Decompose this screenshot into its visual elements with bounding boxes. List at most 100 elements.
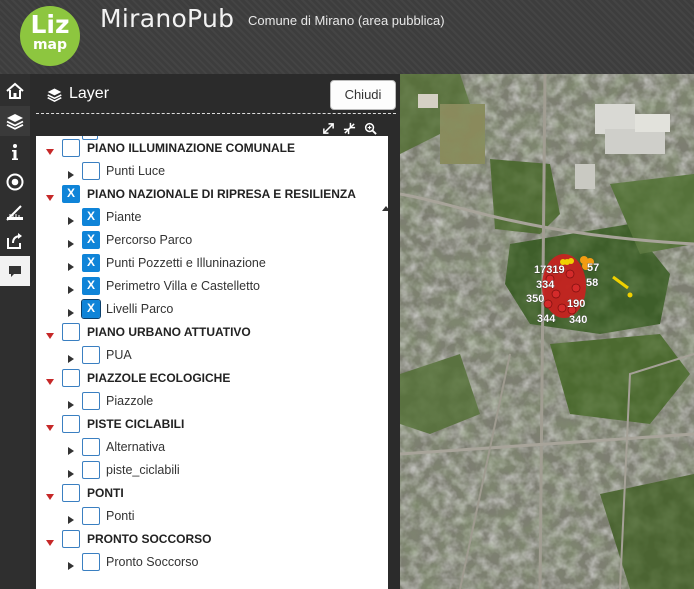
layer-label: Perimetro Villa e Castelletto: [106, 279, 261, 293]
layer-label: Alternativa: [106, 440, 166, 454]
caret-right-icon[interactable]: [67, 465, 75, 483]
layer-group-label: PIANO NAZIONALE DI RIPRESA E RESILIENZA: [87, 187, 356, 201]
close-button[interactable]: Chiudi: [330, 80, 396, 110]
layer-group-piano-urbano-attuativo[interactable]: PIANO URBANO ATTUATIVO: [36, 322, 388, 344]
home-button[interactable]: [0, 76, 30, 106]
layer-checkbox[interactable]: [82, 438, 100, 456]
locate-icon: [6, 173, 24, 191]
app-subtitle: Comune di Mirano (area pubblica): [248, 13, 445, 28]
layer-item-pronto-soccorso[interactable]: Pronto Soccorso: [36, 552, 388, 574]
layer-panel-title: Layer: [46, 85, 109, 103]
layer-checkbox[interactable]: [82, 346, 100, 364]
layer-checkbox[interactable]: [82, 162, 100, 180]
caret-right-icon[interactable]: [67, 166, 75, 184]
layer-item-piazzole[interactable]: Piazzole: [36, 391, 388, 413]
caret-down-icon[interactable]: [46, 189, 54, 207]
layer-label: Piazzole: [106, 394, 154, 408]
map-label: 190: [567, 298, 585, 310]
layer-group-piano-illuminazione-comunale[interactable]: PIANO ILLUMINAZIONE COMUNALE: [36, 138, 388, 160]
caret-down-icon[interactable]: [46, 488, 54, 506]
layer-item-pua[interactable]: PUA: [36, 345, 388, 367]
layer-item-piante[interactable]: X Piante: [36, 207, 388, 229]
caret-down-icon[interactable]: [46, 373, 54, 391]
lizmap-logo[interactable]: Liz map: [20, 6, 80, 66]
layer-checkbox[interactable]: [62, 139, 80, 157]
share-button[interactable]: [0, 226, 30, 256]
message-button[interactable]: [0, 256, 30, 286]
collapse-all-icon[interactable]: [343, 122, 356, 135]
caret-right-icon[interactable]: [67, 258, 75, 276]
layer-group-piste-ciclabili[interactable]: PISTE CICLABILI: [36, 414, 388, 436]
caret-down-icon[interactable]: [46, 143, 54, 161]
layer-item-punti-luce[interactable]: Punti Luce: [36, 161, 388, 183]
caret-down-icon[interactable]: [46, 327, 54, 345]
layer-checkbox[interactable]: [62, 484, 80, 502]
map-label: 334: [536, 279, 555, 291]
layer-panel-title-text: Layer: [69, 85, 110, 102]
caret-right-icon[interactable]: [67, 304, 75, 322]
layer-group-label: PIAZZOLE ECOLOGICHE: [87, 371, 231, 385]
caret-right-icon[interactable]: [67, 281, 75, 299]
layer-label: Punti Luce: [106, 164, 166, 178]
logo-text-map: map: [32, 37, 68, 53]
caret-right-icon[interactable]: [67, 235, 75, 253]
layer-checkbox[interactable]: X: [81, 299, 101, 319]
caret-right-icon[interactable]: [67, 557, 75, 575]
layer-group-label: PRONTO SOCCORSO: [87, 532, 212, 546]
layer-checkbox[interactable]: X: [82, 277, 100, 295]
map-view[interactable]: 17319 57 334 58 350 190 344 340: [400, 74, 694, 589]
layer-group-label: PIANO URBANO ATTUATIVO: [87, 325, 251, 339]
layer-group-ponti[interactable]: PONTI: [36, 483, 388, 505]
caret-down-icon[interactable]: [46, 419, 54, 437]
layer-checkbox[interactable]: [62, 415, 80, 433]
layers-icon: [6, 114, 24, 130]
layer-checkbox[interactable]: [82, 553, 100, 571]
layer-checkbox[interactable]: [82, 392, 100, 410]
layer-item-alternativa[interactable]: Alternativa: [36, 437, 388, 459]
map-label: 58: [586, 277, 598, 289]
caret-down-icon[interactable]: [46, 534, 54, 552]
expand-all-icon[interactable]: [322, 122, 335, 135]
layer-checkbox[interactable]: X: [82, 254, 100, 272]
zoom-to-layer-icon[interactable]: [364, 122, 377, 135]
layer-group-piano-nazionale-di-ripresa-e-resilienza[interactable]: X PIANO NAZIONALE DI RIPRESA E RESILIENZA: [36, 184, 388, 206]
info-icon: [12, 144, 18, 160]
layer-label: piste_ciclabili: [106, 463, 180, 477]
layer-checkbox[interactable]: X: [82, 208, 100, 226]
layer-group-pronto-soccorso[interactable]: PRONTO SOCCORSO: [36, 529, 388, 551]
layer-item-piste-ciclabili[interactable]: piste_ciclabili: [36, 460, 388, 482]
info-button[interactable]: [0, 137, 30, 167]
layer-item-ponti[interactable]: Ponti: [36, 506, 388, 528]
caret-right-icon[interactable]: [67, 396, 75, 414]
header-bar: Liz map MiranoPub Comune di Mirano (area…: [0, 0, 694, 74]
layer-item-perimetro-villa-e-castelletto[interactable]: X Perimetro Villa e Castelletto: [36, 276, 388, 298]
layers-button[interactable]: [0, 106, 30, 136]
layer-checkbox[interactable]: [62, 323, 80, 341]
caret-right-icon[interactable]: [67, 212, 75, 230]
measure-button[interactable]: [0, 197, 30, 227]
layer-checkbox[interactable]: [82, 461, 100, 479]
caret-right-icon[interactable]: [67, 350, 75, 368]
map-label: 57: [587, 262, 599, 274]
layer-item-percorso-parco[interactable]: X Percorso Parco: [36, 230, 388, 252]
map-label: 350: [526, 293, 544, 305]
layer-group-label: PIANO ILLUMINAZIONE COMUNALE: [87, 141, 295, 155]
panel-divider: [36, 113, 396, 114]
layers-title-icon: [47, 88, 62, 102]
layer-checkbox[interactable]: [62, 530, 80, 548]
layer-label: Piante: [106, 210, 142, 224]
layer-item-punti-pozzetti-e-illuninazione[interactable]: X Punti Pozzetti e Illuninazione: [36, 253, 388, 275]
layer-item-livelli-parco[interactable]: X Livelli Parco: [36, 299, 388, 321]
layer-checkbox[interactable]: X: [82, 231, 100, 249]
layer-panel-header: Layer Chiudi: [30, 74, 400, 114]
layer-group-piazzole-ecologiche[interactable]: PIAZZOLE ECOLOGICHE: [36, 368, 388, 390]
map-canvas[interactable]: 17319 57 334 58 350 190 344 340: [400, 74, 694, 589]
caret-right-icon[interactable]: [67, 442, 75, 460]
layer-label: PUA: [106, 348, 132, 362]
layer-checkbox[interactable]: [82, 507, 100, 525]
caret-right-icon[interactable]: [67, 511, 75, 529]
locate-button[interactable]: [0, 167, 30, 197]
layer-checkbox[interactable]: [62, 369, 80, 387]
layer-label: Livelli Parco: [106, 302, 174, 316]
layer-checkbox[interactable]: X: [62, 185, 80, 203]
